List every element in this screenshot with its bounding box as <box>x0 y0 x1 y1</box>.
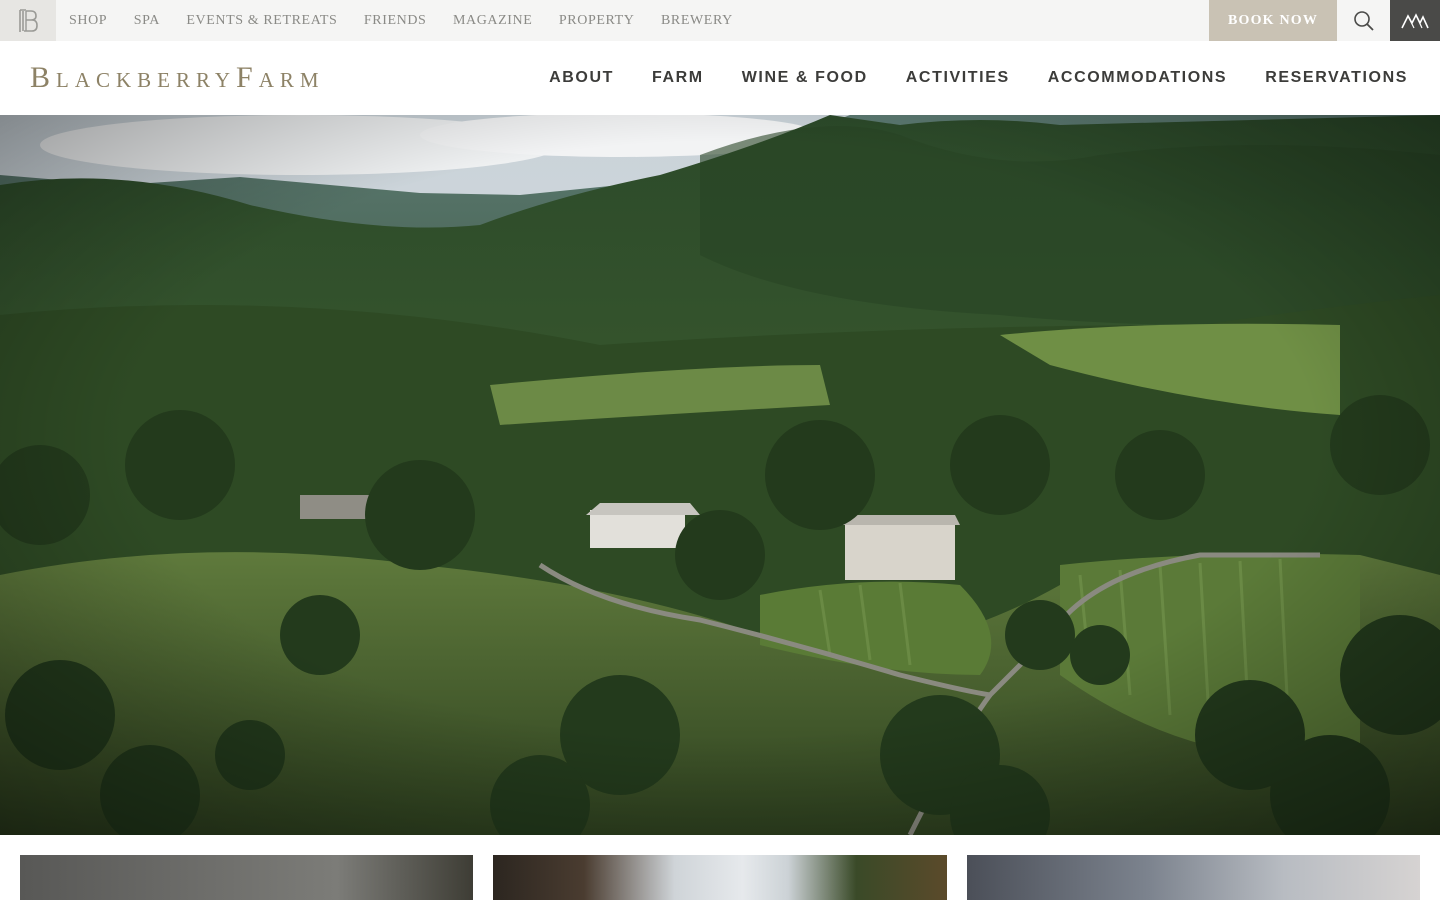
mountain-logo-button[interactable] <box>1390 0 1440 41</box>
hero-landscape <box>0 115 1440 835</box>
monogram-logo[interactable] <box>0 0 56 41</box>
util-link-property[interactable]: PROPERTY <box>559 13 635 29</box>
brand-logo[interactable]: BlackberryFarm <box>30 61 325 95</box>
main-header: BlackberryFarm ABOUT FARM WINE & FOOD AC… <box>0 41 1440 115</box>
util-link-magazine[interactable]: MAGAZINE <box>453 13 532 29</box>
nav-farm[interactable]: FARM <box>652 69 704 87</box>
main-nav: ABOUT FARM WINE & FOOD ACTIVITIES ACCOMM… <box>511 41 1408 115</box>
feature-card-3[interactable] <box>967 855 1420 900</box>
mountain-logo-icon <box>1401 12 1429 28</box>
hero-image <box>0 115 1440 835</box>
search-icon <box>1353 10 1374 31</box>
utility-nav: SHOP SPA EVENTS & RETREATS FRIENDS MAGAZ… <box>69 0 759 41</box>
nav-activities[interactable]: ACTIVITIES <box>906 69 1010 87</box>
util-link-brewery[interactable]: BREWERY <box>661 13 733 29</box>
util-link-shop[interactable]: SHOP <box>69 13 107 29</box>
feature-card-2[interactable] <box>493 855 947 900</box>
nav-reservations[interactable]: RESERVATIONS <box>1265 69 1408 87</box>
util-link-events-retreats[interactable]: EVENTS & RETREATS <box>186 13 337 29</box>
book-now-button[interactable]: BOOK NOW <box>1209 0 1337 41</box>
bf-monogram-icon <box>19 8 38 32</box>
util-link-spa[interactable]: SPA <box>134 13 160 29</box>
util-link-friends[interactable]: FRIENDS <box>364 13 427 29</box>
search-button[interactable] <box>1337 0 1390 41</box>
nav-wine-food[interactable]: WINE & FOOD <box>742 69 868 87</box>
nav-about[interactable]: ABOUT <box>549 69 614 87</box>
utility-bar: SHOP SPA EVENTS & RETREATS FRIENDS MAGAZ… <box>0 0 1440 41</box>
feature-cards <box>0 835 1440 900</box>
nav-accommodations[interactable]: ACCOMMODATIONS <box>1048 69 1227 87</box>
feature-card-1[interactable] <box>20 855 473 900</box>
